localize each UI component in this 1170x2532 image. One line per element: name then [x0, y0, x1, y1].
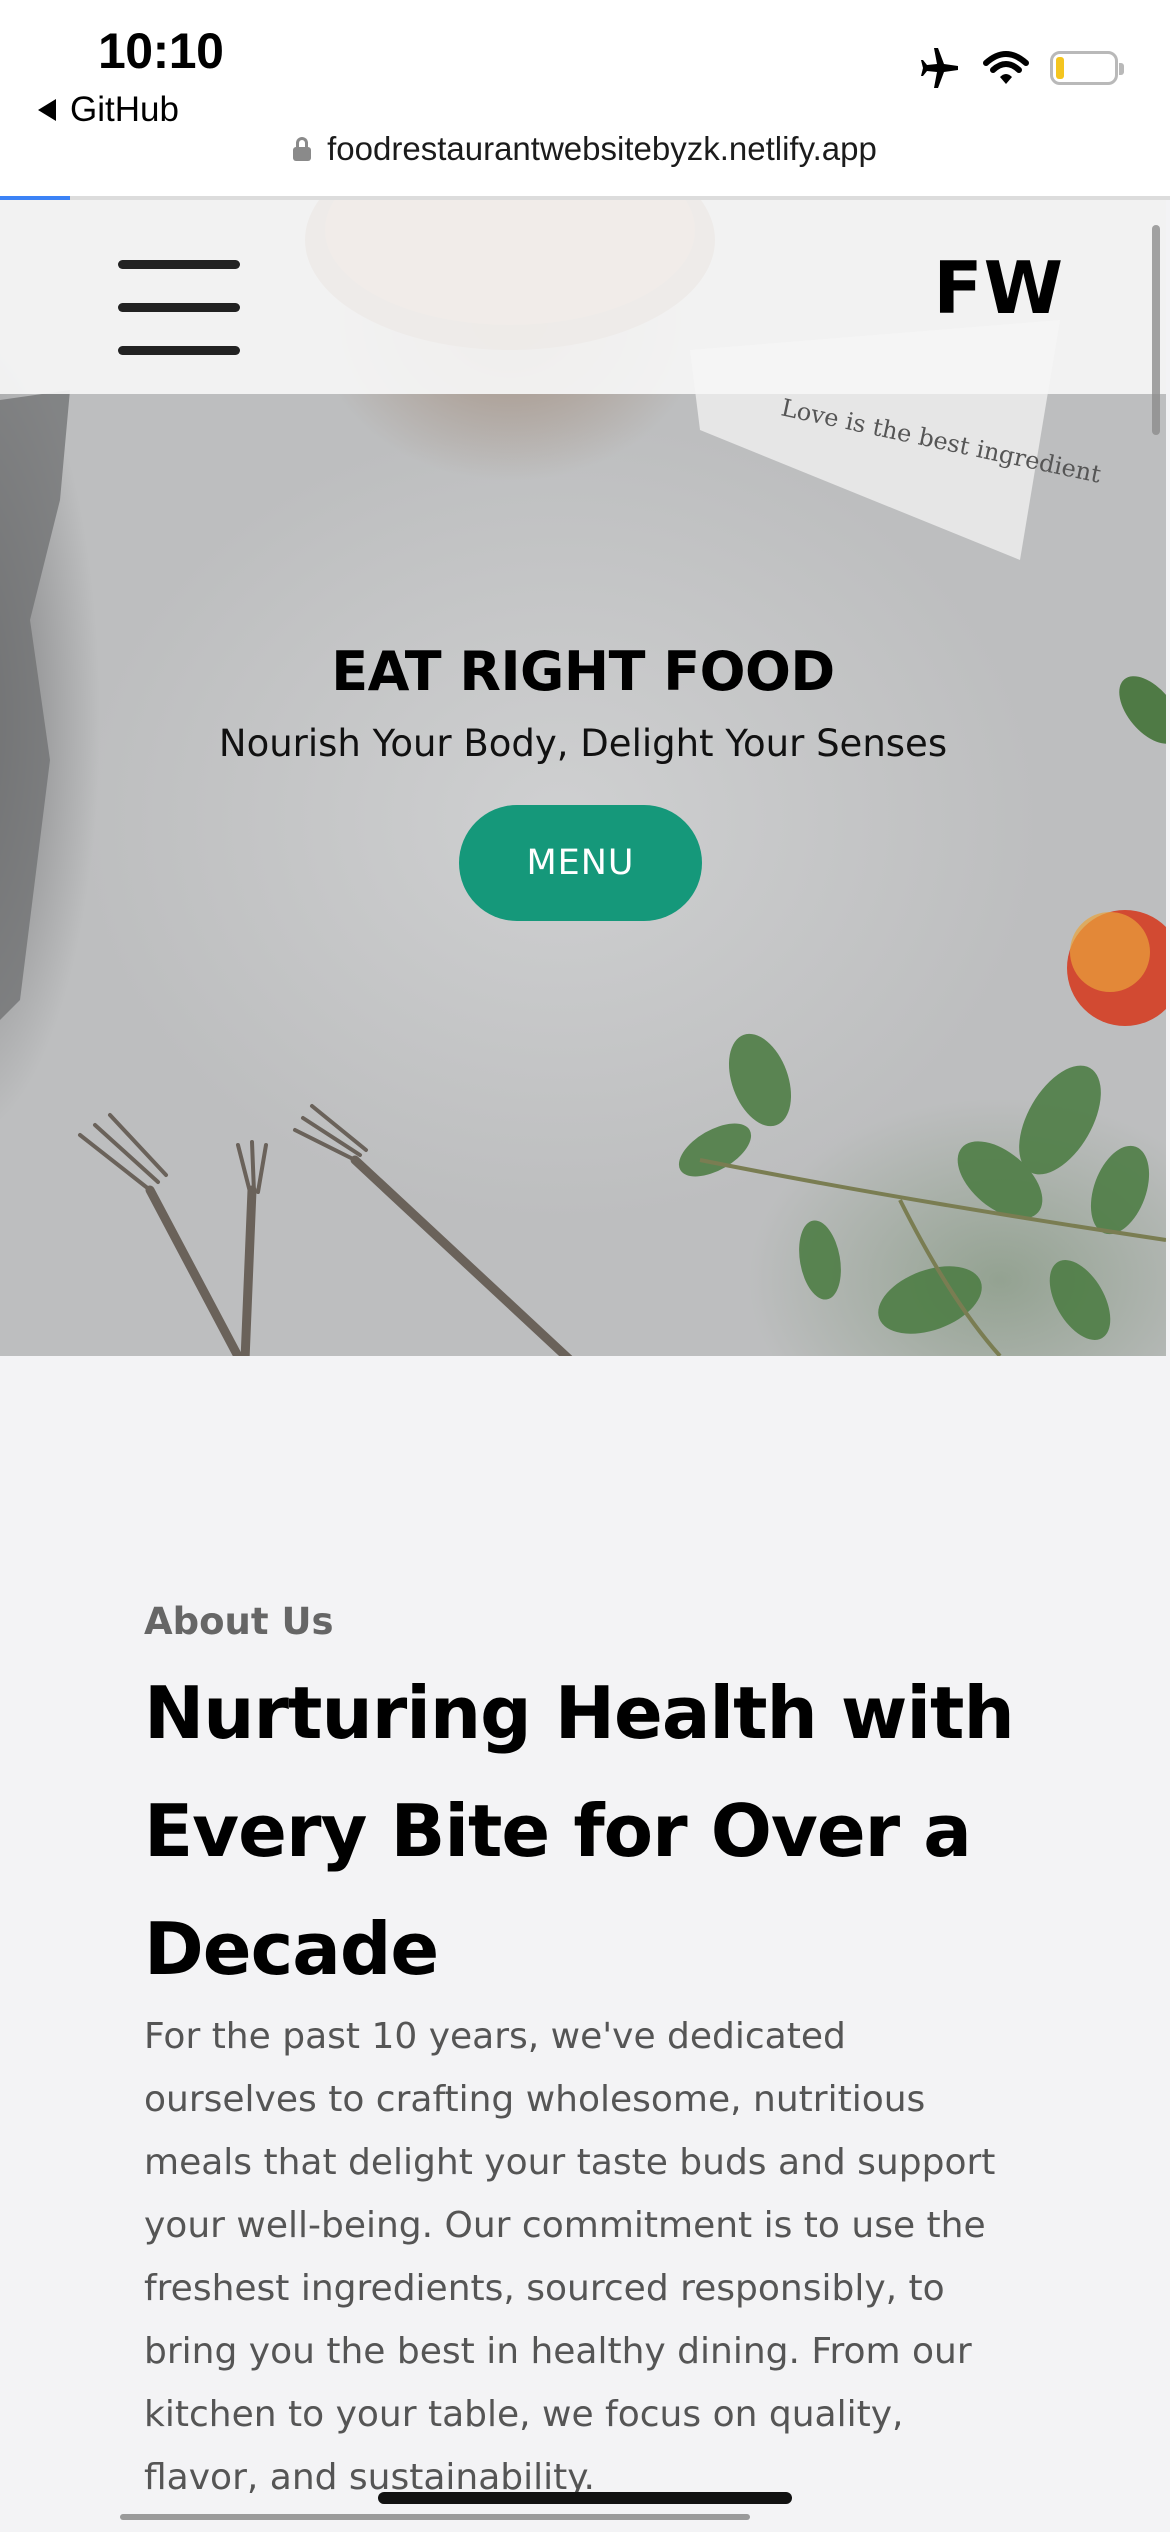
top-nav: FW [0, 200, 1166, 394]
vertical-scrollbar[interactable] [1152, 225, 1160, 435]
about-label: About Us [144, 1600, 334, 1643]
back-app-label: GitHub [70, 90, 179, 129]
url-bar[interactable]: foodrestaurantwebsitebyzk.netlify.app [0, 130, 1170, 168]
url-text: foodrestaurantwebsitebyzk.netlify.app [327, 130, 877, 167]
back-to-app-link[interactable]: GitHub [38, 90, 179, 130]
lock-icon [293, 137, 312, 161]
horizontal-scrollbar[interactable] [120, 2514, 750, 2520]
home-indicator[interactable] [378, 2492, 792, 2504]
brand-logo[interactable]: FW [933, 246, 1064, 330]
menu-button[interactable]: MENU [459, 805, 702, 921]
battery-icon [1050, 51, 1124, 85]
status-time: 10:10 [98, 23, 224, 79]
airplane-icon [921, 48, 958, 88]
about-heading: Nurturing Health with Every Bite for Ove… [144, 1671, 1015, 1991]
hero-section: Love is the best ingredient FW EAT RIGHT… [0, 200, 1166, 1356]
about-body: For the past 10 years, we've dedicated o… [144, 2016, 996, 2498]
hamburger-menu-icon[interactable] [118, 258, 240, 358]
hero-title: EAT RIGHT FOOD [331, 640, 835, 703]
wifi-icon [983, 51, 1029, 84]
back-arrow-icon [38, 99, 56, 121]
system-icons [918, 48, 1124, 88]
hero-subtitle: Nourish Your Body, Delight Your Senses [218, 722, 948, 765]
browser-status-bar: 10:10 GitHub foodrestaurantwebsitebyzk.n… [0, 0, 1170, 200]
